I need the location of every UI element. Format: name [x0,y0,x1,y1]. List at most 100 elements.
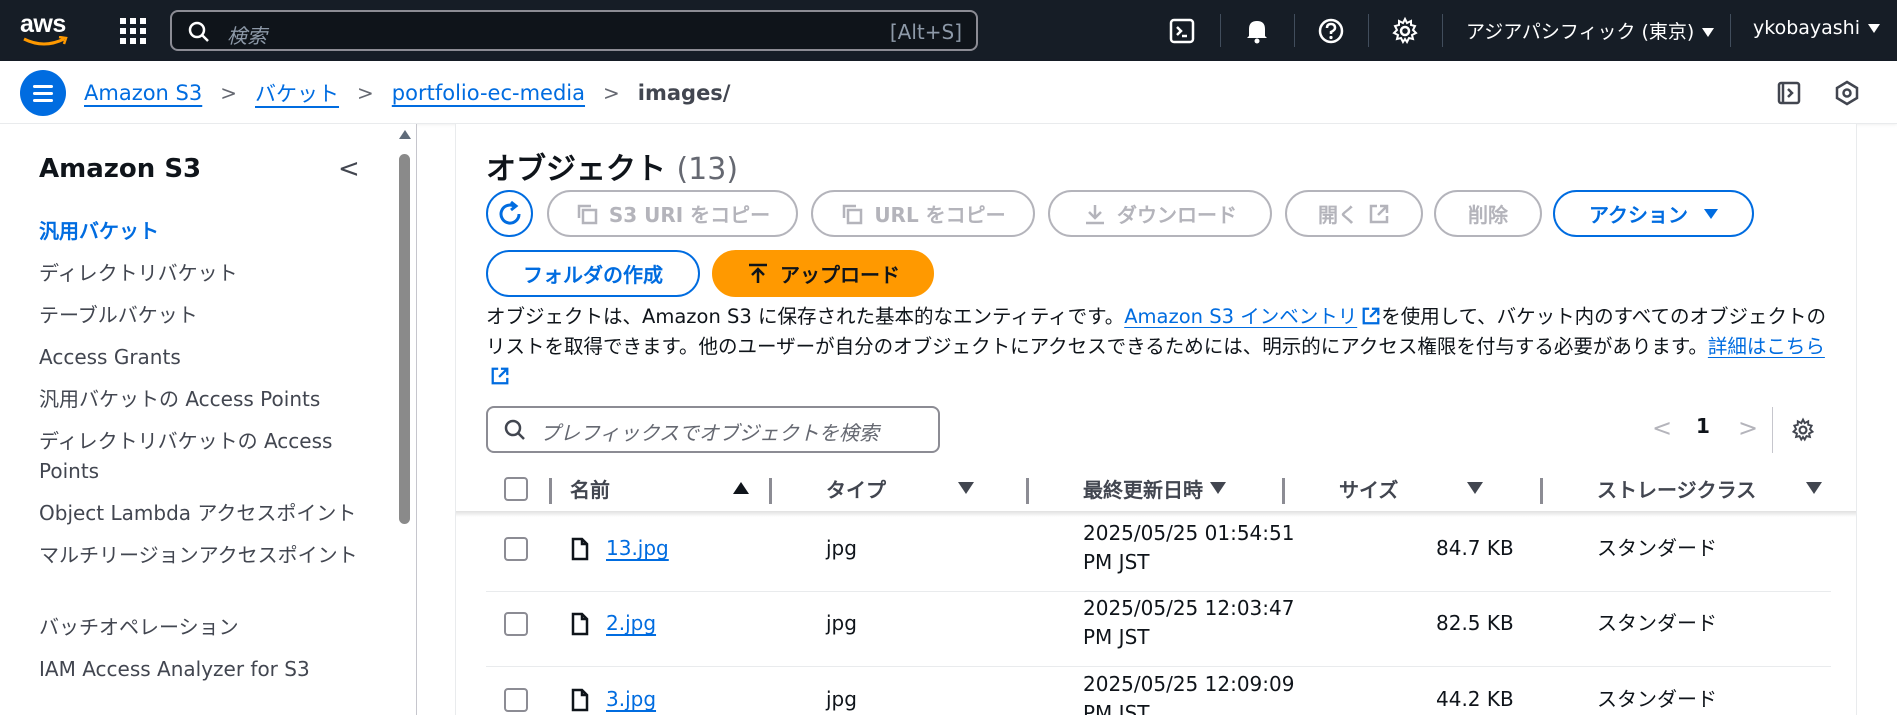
breadcrumb: Amazon S3 > バケット > portfolio-ec-media > … [84,78,730,108]
sidebar-item-object-lambda[interactable]: Object Lambda アクセスポイント [39,498,369,528]
create-folder-button[interactable]: フォルダの作成 [486,250,700,297]
column-divider[interactable] [1026,478,1029,504]
column-divider[interactable] [1282,478,1285,504]
sort-descending-icon[interactable] [1806,482,1822,494]
table-settings-gear-icon[interactable] [1790,417,1816,443]
column-header-name[interactable]: 名前 [570,474,610,503]
breadcrumb-link-buckets[interactable]: バケット [255,78,339,108]
table-row: 2.jpg jpg 2025/05/25 12:03:47 PM JST 82.… [486,592,1831,667]
breadcrumb-current: images/ [637,81,731,105]
sort-descending-icon[interactable] [1210,482,1226,494]
object-storage-class: スタンダード [1597,687,1717,711]
open-button[interactable]: 開く [1285,190,1423,237]
scrollbar-thumb[interactable] [399,154,410,524]
tools-panel-icon[interactable] [1834,80,1860,106]
column-divider[interactable] [1540,478,1543,504]
actions-dropdown-button[interactable]: アクション [1553,190,1754,237]
sidebar-item-iam-access-analyzer[interactable]: IAM Access Analyzer for S3 [39,654,369,684]
info-panel-icon[interactable] [1776,80,1802,106]
sidebar-item-batch-operations[interactable]: バッチオペレーション [39,612,369,642]
learn-more-link[interactable]: 詳細はこちら [1708,335,1825,358]
object-name-link[interactable]: 13.jpg [606,534,669,563]
sidebar-title: Amazon S3 [39,154,202,184]
breadcrumb-link-bucket[interactable]: portfolio-ec-media [392,81,585,105]
sort-descending-icon[interactable] [1467,482,1483,494]
copy-url-button[interactable]: URL をコピー [811,190,1035,237]
aws-logo[interactable]: aws [20,12,72,48]
sort-ascending-icon[interactable] [733,482,749,494]
sidebar-item-general-access-points[interactable]: 汎用バケットの Access Points [39,384,369,414]
caret-down-icon [1704,208,1718,219]
aws-smile-icon [23,36,68,46]
prefix-search-input[interactable]: プレフィックスでオブジェクトを検索 [486,406,940,453]
refresh-button[interactable] [486,190,533,237]
sidebar-item-table-buckets[interactable]: テーブルバケット [39,300,369,330]
caret-down-icon [1868,24,1881,33]
copy-s3-uri-label: S3 URI をコピー [608,203,771,227]
column-header-last-modified[interactable]: 最終更新日時 [1083,474,1203,503]
settings-gear-icon[interactable] [1390,16,1420,46]
account-menu[interactable]: ykobayashi [1753,17,1881,39]
column-header-size[interactable]: サイズ [1339,474,1398,503]
sidebar-scrollbar[interactable] [398,130,412,715]
delete-button[interactable]: 削除 [1434,190,1542,237]
description-text: オブジェクトは、Amazon S3 に保存された基本的なエンティティです。Ama… [486,302,1831,392]
hamburger-menu-button[interactable] [20,70,66,116]
object-size: 44.2 KB [1436,687,1514,711]
object-type: jpg [826,687,857,711]
table-header: 名前 タイプ 最終更新日時 サイズ ストレージクラス [486,464,1831,512]
column-divider[interactable] [769,478,772,504]
copy-url-label: URL をコピー [874,203,1006,227]
copy-s3-uri-button[interactable]: S3 URI をコピー [547,190,798,237]
scroll-up-arrow-icon[interactable] [399,130,411,139]
breadcrumb-link-amazon-s3[interactable]: Amazon S3 [84,81,202,105]
sidebar-item-general-buckets[interactable]: 汎用バケット [39,216,369,246]
object-storage-class: スタンダード [1597,536,1717,560]
sidebar-item-multi-region-access-points[interactable]: マルチリージョンアクセスポイント [39,540,369,570]
current-page-number[interactable]: 1 [1696,414,1710,438]
refresh-icon [499,200,521,225]
s3-inventory-link[interactable]: Amazon S3 インベントリ [1124,305,1357,328]
copy-icon [577,204,598,224]
chevron-right-icon: > [603,81,620,105]
object-size: 84.7 KB [1436,536,1514,560]
pager-divider [1772,407,1773,453]
download-button[interactable]: ダウンロード [1048,190,1272,237]
previous-page-chevron-left-icon[interactable]: < [1652,414,1672,442]
object-size: 82.5 KB [1436,611,1514,635]
objects-panel: オブジェクト (13) S3 URI をコピー URL をコピー ダウンロード … [455,124,1857,715]
object-last-modified-zone: PM JST [1083,701,1150,715]
next-page-chevron-right-icon[interactable]: > [1738,414,1758,442]
select-all-checkbox[interactable] [504,477,528,501]
cloudshell-icon[interactable] [1168,16,1198,46]
column-divider [549,478,552,504]
row-checkbox[interactable] [504,537,528,561]
notifications-bell-icon[interactable] [1242,16,1272,46]
upload-icon [749,263,767,283]
object-storage-class: スタンダード [1597,611,1717,635]
row-checkbox[interactable] [504,688,528,712]
search-icon [188,21,209,42]
object-name-link[interactable]: 3.jpg [606,685,656,714]
breadcrumb-bar: Amazon S3 > バケット > portfolio-ec-media > … [0,61,1897,124]
page-title: オブジェクト (13) [486,144,738,188]
object-name-link[interactable]: 2.jpg [606,609,656,638]
download-label: ダウンロード [1117,203,1237,227]
table-row: 3.jpg jpg 2025/05/25 12:09:09 PM JST 44.… [486,668,1831,715]
region-selector[interactable]: アジアパシフィック (東京) [1466,17,1715,44]
create-folder-label: フォルダの作成 [523,263,663,287]
services-grid-icon[interactable] [118,16,146,44]
column-header-type[interactable]: タイプ [826,474,886,503]
search-shortcut: [Alt+S] [889,20,962,44]
close-sidebar-chevron-left-icon[interactable]: < [338,154,360,184]
sidebar-item-access-grants[interactable]: Access Grants [39,342,369,372]
global-search-input[interactable]: 検索 [Alt+S] [170,10,978,51]
sidebar-item-directory-buckets[interactable]: ディレクトリバケット [39,258,369,288]
row-checkbox[interactable] [504,612,528,636]
column-header-storage-class[interactable]: ストレージクラス [1597,474,1756,503]
sidebar-item-directory-access-points[interactable]: ディレクトリバケットの Access Points [39,426,369,486]
sort-descending-icon[interactable] [958,482,974,494]
upload-button[interactable]: アップロード [712,250,934,297]
object-last-modified-date: 2025/05/25 01:54:51 [1083,521,1295,545]
help-icon[interactable] [1316,16,1346,46]
